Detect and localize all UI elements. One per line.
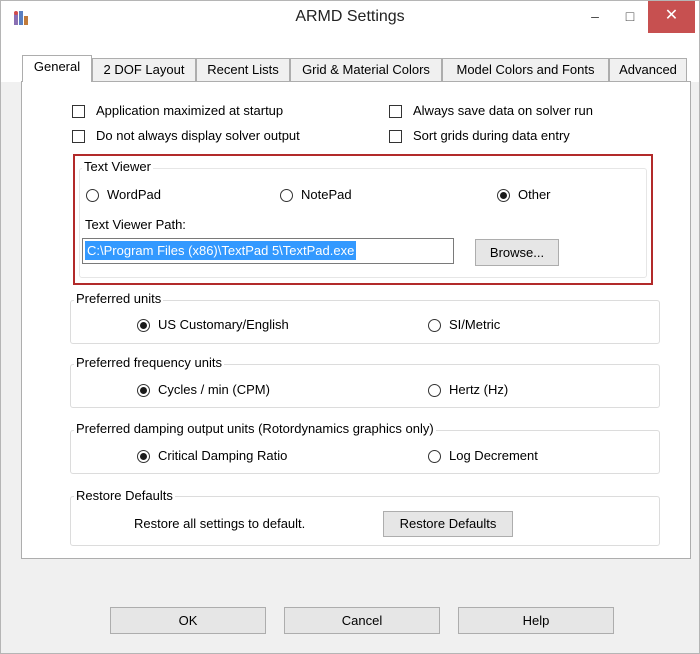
no-solver-output-checkbox[interactable] [72, 130, 85, 143]
cancel-button[interactable]: Cancel [284, 607, 440, 634]
minimize-icon: – [591, 8, 599, 24]
text-viewer-path-input[interactable]: C:\Program Files (x86)\TextPad 5\TextPad… [82, 238, 454, 264]
browse-button[interactable]: Browse... [475, 239, 559, 266]
tab-recent-lists[interactable]: Recent Lists [196, 58, 290, 81]
maximize-icon: □ [625, 8, 635, 24]
tab-advanced[interactable]: Advanced [609, 58, 687, 81]
cpm-label[interactable]: Cycles / min (CPM) [158, 382, 270, 397]
tab-grid-material-colors[interactable]: Grid & Material Colors [290, 58, 442, 81]
restore-defaults-description: Restore all settings to default. [134, 516, 306, 531]
always-save-checkbox[interactable] [389, 105, 402, 118]
critical-damping-label[interactable]: Critical Damping Ratio [158, 448, 287, 463]
hertz-label[interactable]: Hertz (Hz) [449, 382, 508, 397]
text-viewer-title: Text Viewer [82, 159, 153, 174]
restore-defaults-button[interactable]: Restore Defaults [383, 511, 513, 537]
other-radio[interactable] [497, 189, 510, 202]
settings-window: ARMD Settings – □ ✕ General 2 DOF Layout… [0, 0, 700, 654]
restore-defaults-title: Restore Defaults [74, 488, 175, 503]
damping-units-title: Preferred damping output units (Rotordyn… [74, 421, 436, 436]
notepad-radio[interactable] [280, 189, 293, 202]
title-bar[interactable]: ARMD Settings – □ ✕ [1, 1, 699, 34]
si-metric-label[interactable]: SI/Metric [449, 317, 500, 332]
sort-grids-label[interactable]: Sort grids during data entry [413, 128, 570, 143]
close-button[interactable]: ✕ [648, 1, 695, 33]
wordpad-radio[interactable] [86, 189, 99, 202]
tab-model-colors-fonts[interactable]: Model Colors and Fonts [442, 58, 609, 81]
us-customary-radio[interactable] [137, 319, 150, 332]
tab-general[interactable]: General [22, 55, 92, 82]
tab-2dof-layout[interactable]: 2 DOF Layout [92, 58, 196, 81]
frequency-units-title: Preferred frequency units [74, 355, 224, 370]
preferred-units-title: Preferred units [74, 291, 164, 306]
cpm-radio[interactable] [137, 384, 150, 397]
app-maximized-checkbox[interactable] [72, 105, 85, 118]
sort-grids-checkbox[interactable] [389, 130, 402, 143]
notepad-label[interactable]: NotePad [301, 187, 352, 202]
us-customary-label[interactable]: US Customary/English [158, 317, 289, 332]
general-tab-panel: Application maximized at startup Do not … [21, 81, 691, 559]
other-label[interactable]: Other [518, 187, 551, 202]
text-viewer-path-value: C:\Program Files (x86)\TextPad 5\TextPad… [85, 241, 357, 260]
si-metric-radio[interactable] [428, 319, 441, 332]
ok-button[interactable]: OK [110, 607, 266, 634]
wordpad-label[interactable]: WordPad [107, 187, 161, 202]
log-decrement-radio[interactable] [428, 450, 441, 463]
no-solver-output-label[interactable]: Do not always display solver output [96, 128, 300, 143]
close-icon: ✕ [664, 7, 679, 24]
hertz-radio[interactable] [428, 384, 441, 397]
log-decrement-label[interactable]: Log Decrement [449, 448, 538, 463]
always-save-label[interactable]: Always save data on solver run [413, 103, 593, 118]
help-button[interactable]: Help [458, 607, 614, 634]
minimize-button[interactable]: – [578, 1, 612, 33]
maximize-button[interactable]: □ [613, 1, 647, 33]
app-maximized-label[interactable]: Application maximized at startup [96, 103, 283, 118]
text-viewer-path-label: Text Viewer Path: [85, 217, 186, 232]
critical-damping-radio[interactable] [137, 450, 150, 463]
